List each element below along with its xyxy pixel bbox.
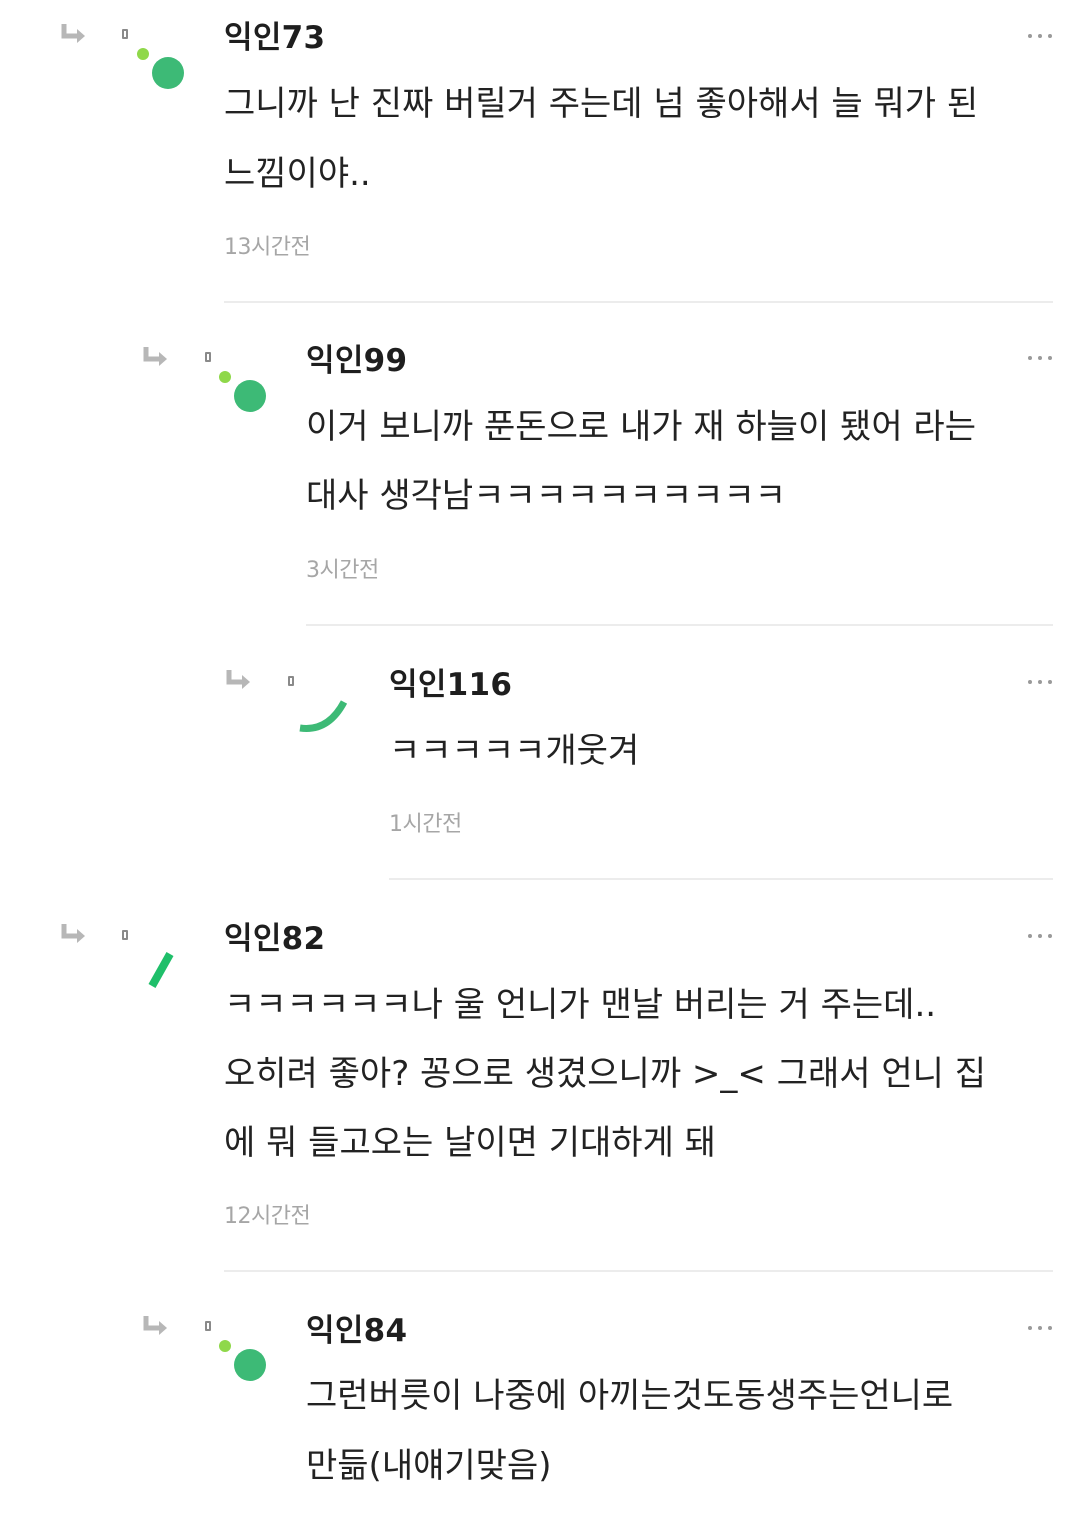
reply-arrow-icon (61, 24, 85, 43)
comment-timestamp: 3시간전 (306, 558, 379, 583)
comment-text-line: 그런버릇이 나중에 아끼는것도동생주는언니로 (306, 1376, 954, 1416)
more-options-icon[interactable] (1028, 678, 1054, 686)
green-dot-avatar-icon[interactable] (128, 42, 188, 102)
comment-text-line: 만듦(내얘기맞음) (306, 1446, 552, 1486)
comment-timestamp: 1시간전 (389, 812, 462, 837)
reply-arrow-icon (61, 924, 85, 943)
comment-text-line: ㅋㅋㅋㅋㅋ개웃겨 (389, 731, 640, 771)
more-options-icon[interactable] (1028, 32, 1054, 40)
more-options-icon[interactable] (1028, 1324, 1054, 1332)
level-marker-icon (205, 1321, 211, 1331)
level-marker-icon (122, 930, 128, 940)
level-marker-icon (205, 352, 211, 362)
comment-username[interactable]: 익인116 (389, 665, 512, 705)
comment-timestamp: 13시간전 (224, 235, 311, 260)
comment-divider (224, 1270, 1053, 1272)
reply-arrow-icon (143, 347, 167, 366)
comment-username[interactable]: 익인99 (306, 341, 407, 381)
green-stroke-avatar-icon[interactable] (132, 940, 192, 1000)
green-dot-avatar-icon[interactable] (210, 365, 270, 425)
comment-text-line: ㅋㅋㅋㅋㅋㅋ나 울 언니가 맨날 버리는 거 주는데.. (224, 985, 937, 1025)
comment-username[interactable]: 익인73 (224, 18, 325, 58)
green-arc-avatar-icon[interactable] (292, 682, 352, 742)
comment-username[interactable]: 익인84 (306, 1311, 407, 1351)
comment-text-line: 대사 생각남ㅋㅋㅋㅋㅋㅋㅋㅋㅋㅋ (306, 476, 787, 516)
comment-divider (306, 624, 1053, 626)
level-marker-icon (122, 29, 128, 39)
reply-arrow-icon (226, 670, 250, 689)
comment-text-line: 에 뭐 들고오는 날이면 기대하게 돼 (224, 1123, 716, 1163)
more-options-icon[interactable] (1028, 932, 1054, 940)
comment-timestamp: 12시간전 (224, 1204, 311, 1229)
comment-divider (389, 878, 1053, 880)
green-dot-avatar-icon[interactable] (210, 1334, 270, 1394)
reply-arrow-icon (143, 1316, 167, 1335)
more-options-icon[interactable] (1028, 354, 1054, 362)
comment-divider (224, 301, 1053, 303)
comment-text-line: 느낌이야.. (224, 154, 371, 194)
comment-text-line: 그니까 난 진짜 버릴거 주는데 넘 좋아해서 늘 뭐가 된 (224, 84, 979, 124)
comment-text-line: 이거 보니까 푼돈으로 내가 재 하늘이 됐어 라는 (306, 407, 976, 447)
comment-text-line: 오히려 좋아? 꽁으로 생겼으니까 >_< 그래서 언니 집 (224, 1054, 986, 1094)
comment-username[interactable]: 익인82 (224, 919, 325, 959)
